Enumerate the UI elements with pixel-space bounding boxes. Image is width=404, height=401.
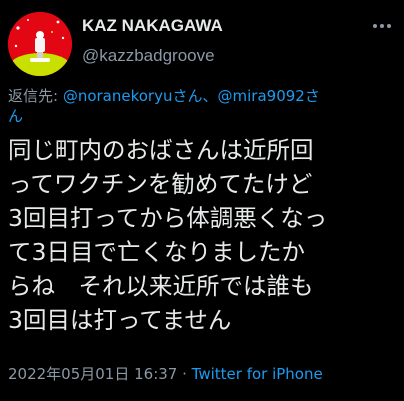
mention-suffix[interactable]: さん、 — [173, 87, 218, 105]
source-link[interactable]: Twitter for iPhone — [192, 365, 323, 383]
avatar[interactable] — [8, 12, 72, 76]
tweet-text: 同じ町内のおばさんは近所回 ってワクチンを勧めてたけど 3回目打ってから体調悪く… — [8, 135, 402, 339]
more-dots-icon — [373, 24, 391, 28]
tweet: KAZ NAKAGAWA @kazzbadgroove 返信先: @norane… — [0, 0, 404, 401]
mention-link[interactable]: @mira9092 — [218, 87, 305, 105]
mention-suffix[interactable]: さ — [305, 87, 320, 105]
timestamp[interactable]: 2022年05月01日 16:37 — [8, 365, 177, 383]
mention-link[interactable]: @noranekoryu — [63, 87, 173, 105]
tweet-text-line: 同じ町内のおばさんは近所回 — [8, 136, 314, 164]
tweet-text-line: 3回目打ってから体調悪くなっ — [8, 204, 328, 232]
tweet-meta: 2022年05月01日 16:37 · Twitter for iPhone — [8, 364, 323, 384]
reply-prefix: 返信先: — [8, 87, 63, 105]
display-name[interactable]: KAZ NAKAGAWA — [82, 16, 223, 36]
reply-to-line: 返信先: @noranekoryuさん、@mira9092さん — [8, 86, 400, 126]
tweet-text-line: て3日目で亡くなりましたか — [8, 238, 305, 266]
tweet-text-line: らね それ以来近所では誰も — [8, 272, 314, 300]
mention-suffix-wrap[interactable]: ん — [8, 107, 23, 125]
more-button[interactable] — [368, 14, 396, 38]
avatar-image — [8, 12, 72, 76]
user-handle[interactable]: @kazzbadgroove — [82, 46, 215, 66]
meta-separator: · — [177, 365, 192, 383]
tweet-text-line: ってワクチンを勧めてたけど — [8, 170, 313, 198]
tweet-text-line: 3回目は打ってません — [8, 306, 232, 334]
